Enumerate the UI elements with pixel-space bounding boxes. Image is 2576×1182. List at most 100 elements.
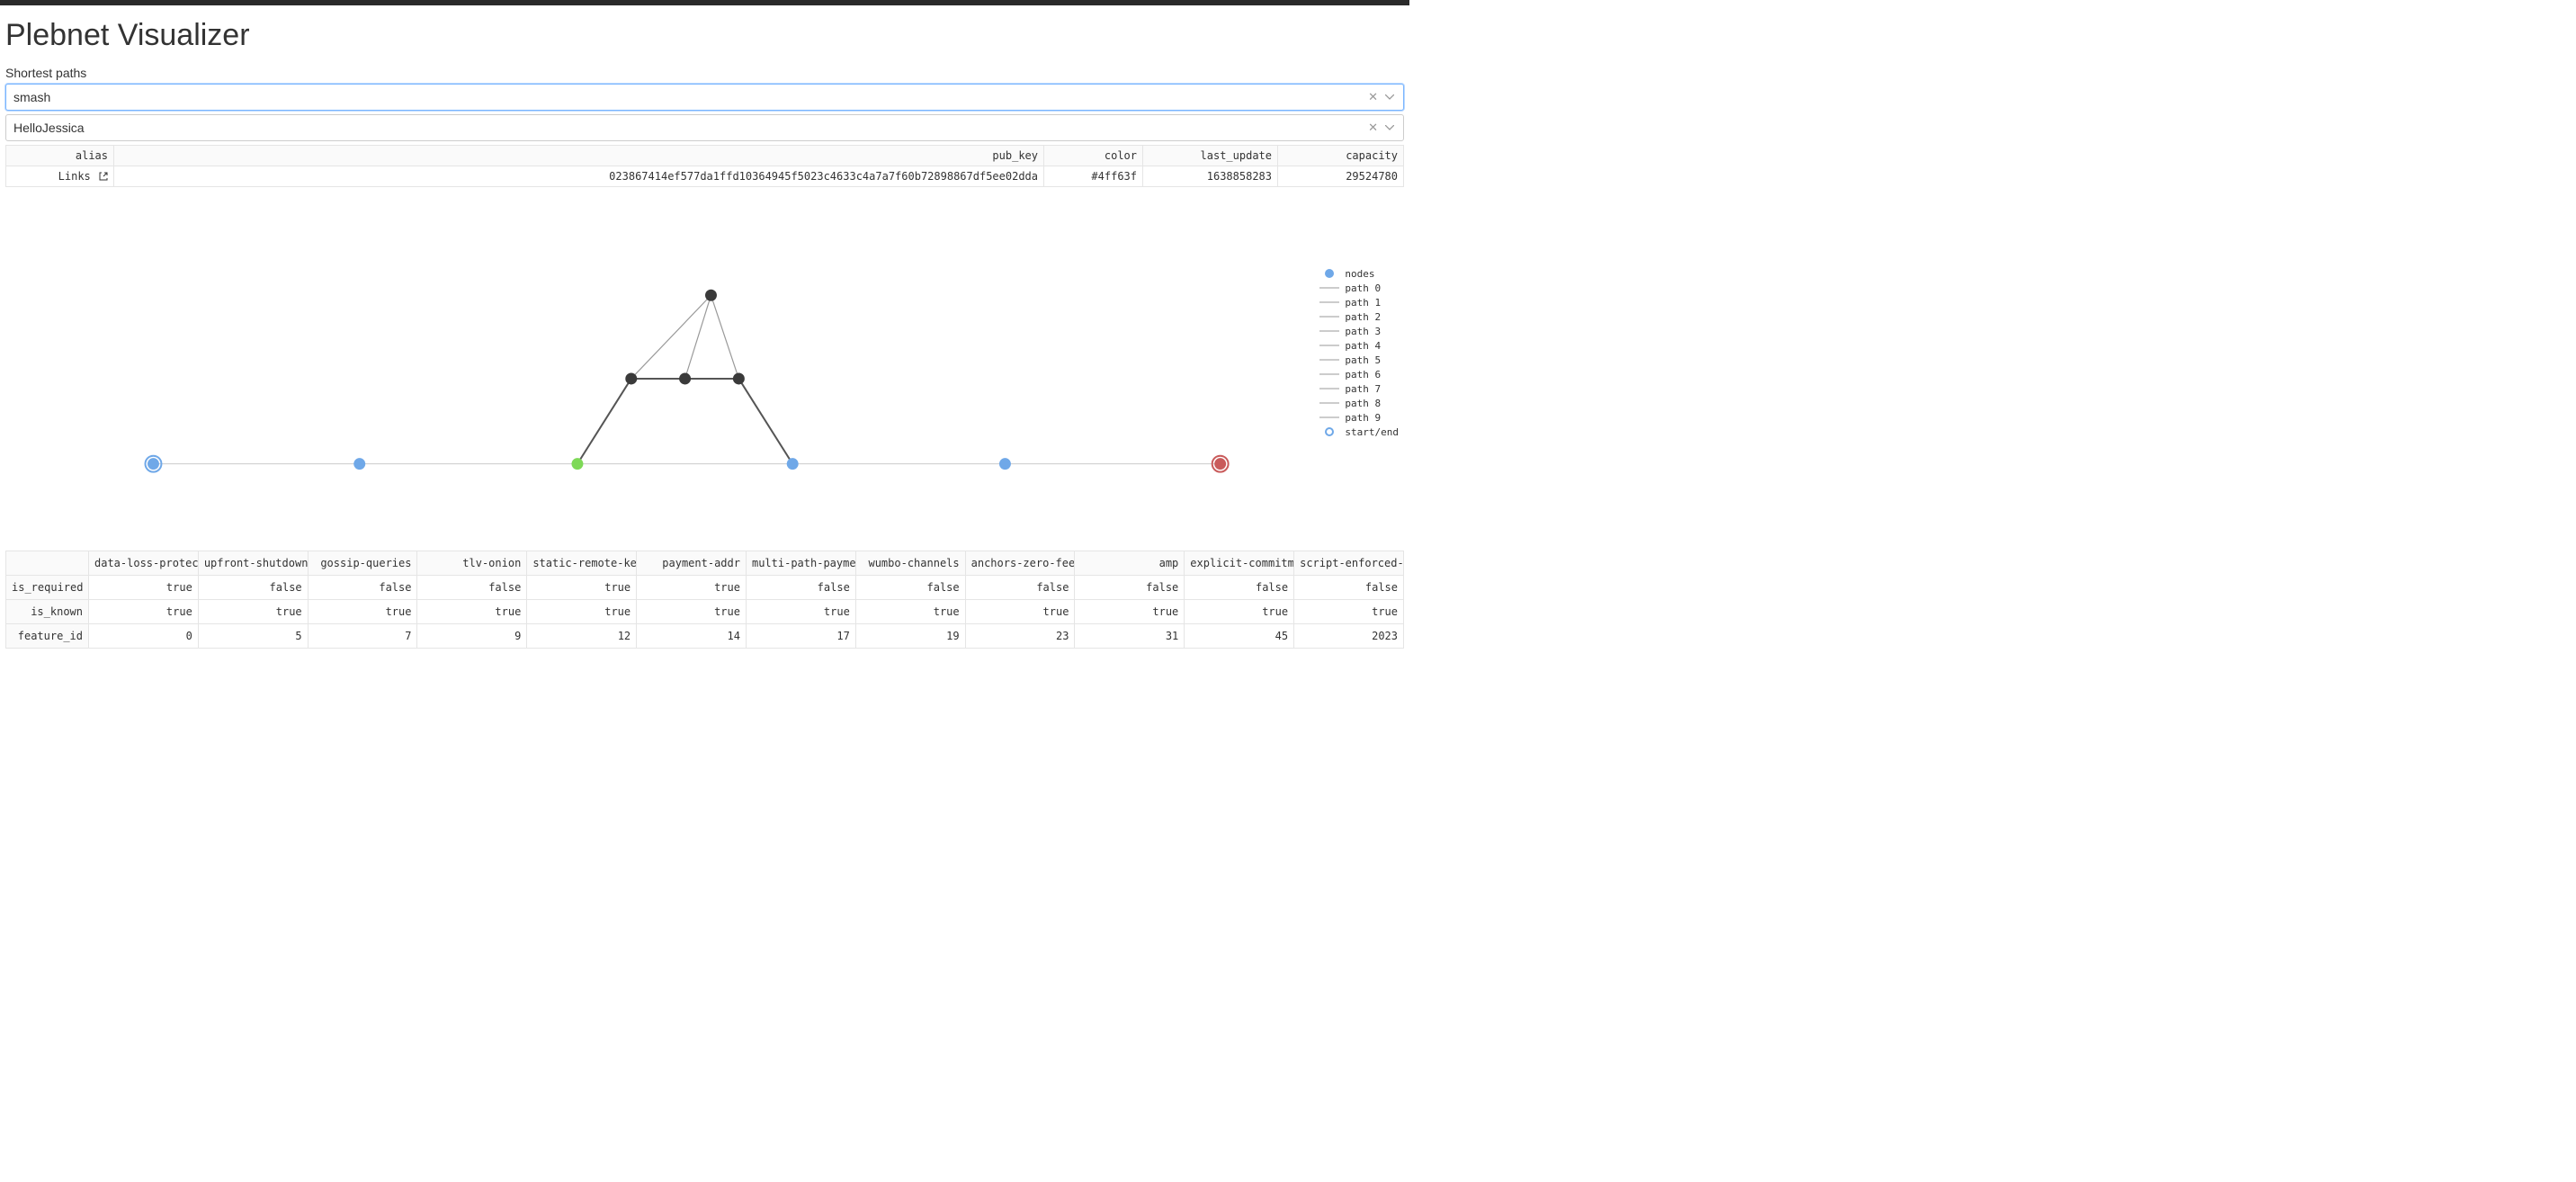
source-node-input[interactable] [13,90,1364,104]
feature-cell: 0 [89,624,199,649]
graph-edge[interactable] [577,379,631,464]
feature-cell: true [637,600,747,624]
section-label-shortest-paths: Shortest paths [5,66,1404,80]
features-corner [6,551,89,576]
legend-path-0: path 0 [1319,281,1399,295]
legend-dot-icon [1325,269,1334,278]
legend-nodes-label: nodes [1345,268,1374,280]
feature-cell: true [527,576,637,600]
graph-node[interactable] [733,372,745,384]
graph-node[interactable] [148,458,159,470]
source-node-combobox[interactable]: ✕ [5,84,1404,111]
alias-links-cell[interactable]: Links [6,166,114,187]
legend-line-icon [1319,388,1339,390]
feature-row-is_required: is_requiredtruefalsefalsefalsetruetruefa… [6,576,1404,600]
feature-col-amp: amp [1075,551,1185,576]
legend-path-label: path 2 [1345,311,1381,323]
graph-node[interactable] [705,290,717,301]
target-node-input[interactable] [13,121,1364,135]
feature-col-upfront-shutdown-script: upfront-shutdown-script [198,551,308,576]
legend-line-icon [1319,345,1339,346]
feature-cell: true [855,600,965,624]
feature-col-multi-path-payments: multi-path-payments [746,551,855,576]
feature-cell: 12 [527,624,637,649]
legend-line-icon [1319,301,1339,303]
legend-path-9: path 9 [1319,410,1399,425]
network-graph[interactable]: nodes path 0path 1path 2path 3path 4path… [5,194,1404,545]
feature-cell: false [1185,576,1294,600]
graph-node[interactable] [1214,458,1226,470]
graph-node[interactable] [679,372,691,384]
feature-col-anchors-zero-fee-htlc-tx: anchors-zero-fee-htlc-tx [965,551,1075,576]
capacity-cell: 29524780 [1278,166,1404,187]
legend-path-label: path 0 [1345,282,1381,294]
legend-path-4: path 4 [1319,338,1399,353]
legend-path-7: path 7 [1319,381,1399,396]
legend-line-icon [1319,316,1339,318]
feature-cell: 19 [855,624,965,649]
graph-edge[interactable] [631,295,711,379]
legend-path-label: path 8 [1345,398,1381,409]
legend-path-5: path 5 [1319,353,1399,367]
graph-node[interactable] [571,458,583,470]
graph-node[interactable] [787,458,799,470]
feature-row-label: is_required [6,576,89,600]
legend-line-icon [1319,373,1339,375]
col-color: color [1044,146,1143,166]
legend-path-6: path 6 [1319,367,1399,381]
feature-row-feature_id: feature_id0579121417192331452023 [6,624,1404,649]
alias-links-label: Links [58,170,91,183]
graph-node[interactable] [625,372,637,384]
features-header-row: data-loss-protectupfront-shutdown-script… [6,551,1404,576]
feature-cell: true [89,576,199,600]
dropdown-caret-icon[interactable] [1382,94,1398,100]
feature-col-explicit-commitment-type: explicit-commitment-type [1185,551,1294,576]
feature-cell: true [1075,600,1185,624]
graph-edge[interactable] [711,295,738,379]
dropdown-caret-icon[interactable] [1382,125,1398,130]
legend-line-icon [1319,287,1339,289]
feature-col-data-loss-protect: data-loss-protect [89,551,199,576]
feature-cell: false [1075,576,1185,600]
feature-col-payment-addr: payment-addr [637,551,747,576]
graph-edge[interactable] [685,295,711,379]
feature-row-is_known: is_knowntruetruetruetruetruetruetruetrue… [6,600,1404,624]
feature-cell: true [89,600,199,624]
legend-path-label: path 3 [1345,326,1381,337]
feature-cell: false [198,576,308,600]
target-node-combobox[interactable]: ✕ [5,114,1404,141]
col-pubkey: pub_key [114,146,1044,166]
feature-cell: false [417,576,527,600]
col-capacity: capacity [1278,146,1404,166]
feature-cell: false [855,576,965,600]
feature-col-gossip-queries: gossip-queries [308,551,417,576]
legend-startend: start/end [1319,425,1399,439]
feature-cell: true [746,600,855,624]
graph-canvas[interactable] [5,194,1404,545]
legend-path-3: path 3 [1319,324,1399,338]
feature-cell: false [965,576,1075,600]
graph-node[interactable] [353,458,365,470]
clear-target-icon[interactable]: ✕ [1364,121,1382,135]
col-alias: alias [6,146,114,166]
feature-cell: false [1294,576,1404,600]
external-link-icon [99,172,108,181]
feature-cell: 5 [198,624,308,649]
graph-node[interactable] [999,458,1011,470]
feature-cell: 7 [308,624,417,649]
legend-path-label: path 5 [1345,354,1381,366]
node-info-row: Links 023867414ef577da1ffd10364945f5023c… [6,166,1404,187]
graph-edge[interactable] [738,379,792,464]
legend-path-label: path 4 [1345,340,1381,352]
feature-cell: true [965,600,1075,624]
feature-row-label: feature_id [6,624,89,649]
node-info-table: alias pub_key color last_update capacity… [5,145,1404,187]
feature-col-static-remote-key: static-remote-key [527,551,637,576]
clear-source-icon[interactable]: ✕ [1364,90,1382,104]
feature-cell: 45 [1185,624,1294,649]
features-table: data-loss-protectupfront-shutdown-script… [5,551,1404,649]
legend-ring-icon [1325,427,1334,436]
legend-line-icon [1319,402,1339,404]
feature-cell: true [637,576,747,600]
color-cell: #4ff63f [1044,166,1143,187]
